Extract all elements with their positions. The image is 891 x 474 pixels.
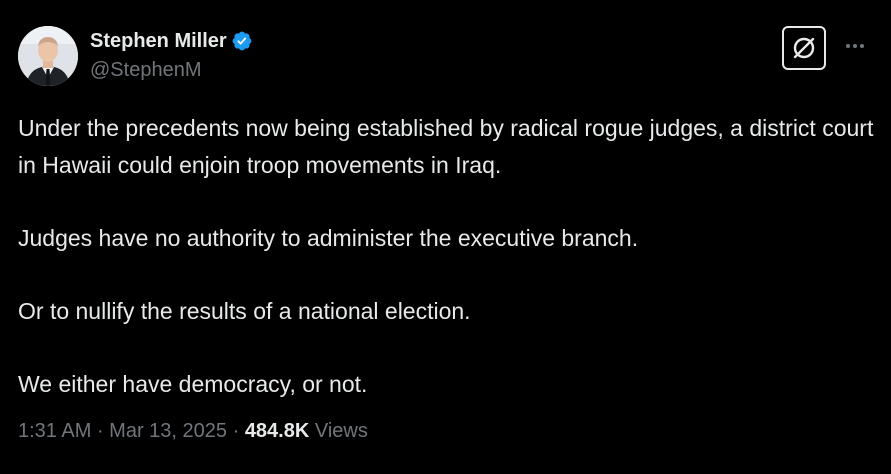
grok-icon	[793, 37, 815, 59]
author-block: Stephen Miller @StephenM	[90, 26, 253, 83]
more-dots-icon	[846, 44, 864, 48]
grok-button[interactable]	[782, 26, 826, 70]
verified-badge-icon[interactable]	[231, 30, 253, 52]
tweet-paragraph: Under the precedents now being establish…	[18, 115, 874, 178]
tweet-paragraph: Or to nullify the results of a national …	[18, 297, 471, 324]
tweet-paragraph: Judges have no authority to administer t…	[18, 224, 639, 251]
display-name[interactable]: Stephen Miller	[90, 26, 227, 56]
views-count[interactable]: 484.8K	[245, 420, 310, 443]
tweet-meta: 1:31 AM · Mar 13, 2025 · 484.8K Views	[18, 420, 368, 443]
avatar[interactable]	[18, 26, 78, 86]
more-options-button[interactable]	[842, 36, 868, 56]
tweet-date[interactable]: Mar 13, 2025	[109, 420, 227, 443]
author-handle[interactable]: @StephenM	[90, 57, 253, 83]
meta-separator: ·	[227, 420, 245, 442]
tweet-text: Under the precedents now being establish…	[18, 110, 878, 402]
name-row: Stephen Miller	[90, 26, 253, 56]
views-label: Views	[309, 420, 368, 442]
tweet-header: Stephen Miller @StephenM	[18, 26, 253, 86]
avatar-portrait	[18, 26, 78, 86]
tweet-time[interactable]: 1:31 AM	[18, 420, 91, 443]
tweet-paragraph: We either have democracy, or not.	[18, 370, 368, 397]
meta-separator: ·	[91, 420, 110, 442]
